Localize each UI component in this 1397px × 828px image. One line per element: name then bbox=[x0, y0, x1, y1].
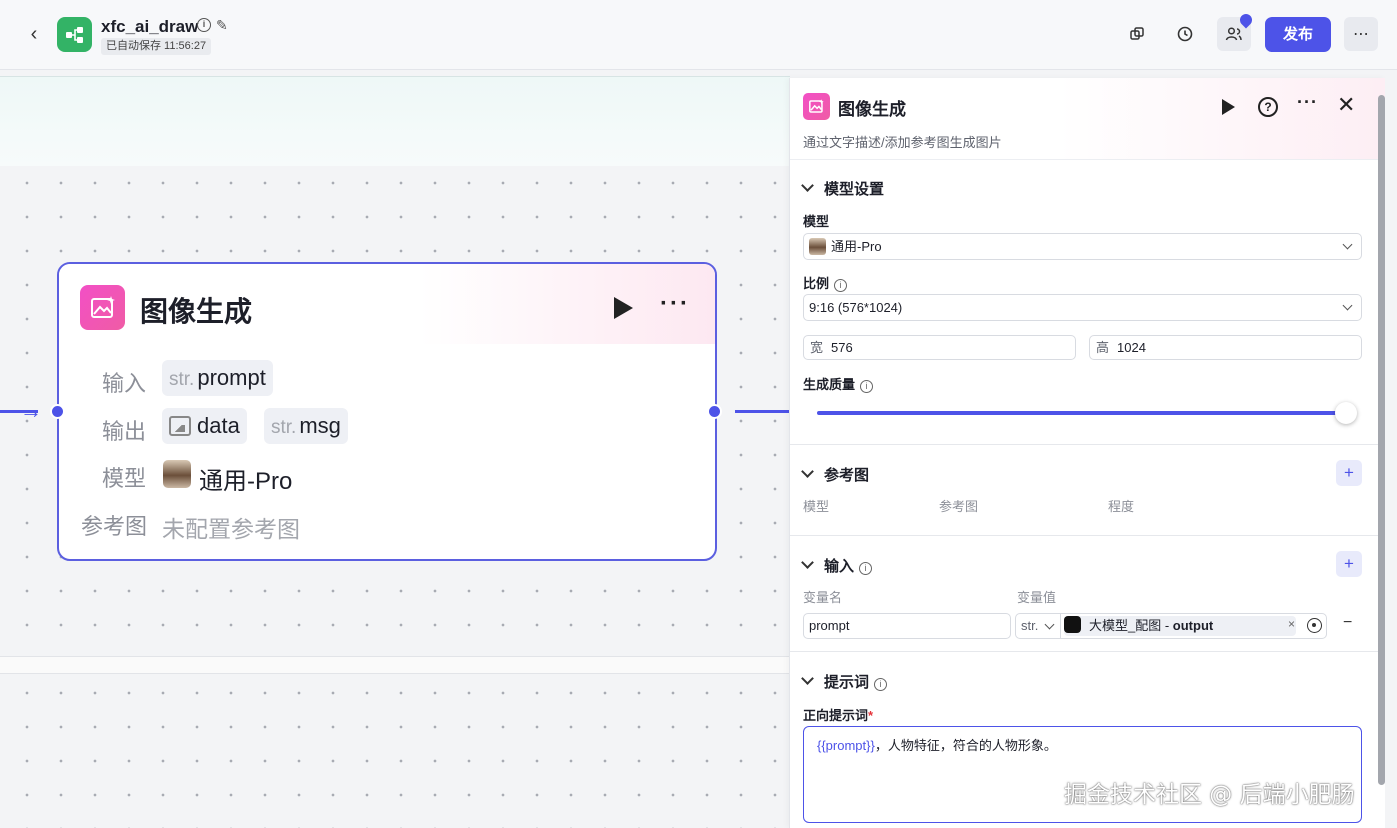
quality-slider-track[interactable] bbox=[817, 411, 1337, 415]
model-label: 模型 bbox=[102, 466, 147, 491]
close-icon[interactable]: ✕ bbox=[1337, 92, 1355, 118]
image-generate-icon bbox=[803, 93, 830, 120]
chevron-down-icon bbox=[801, 465, 814, 478]
output-port[interactable] bbox=[707, 404, 722, 419]
chevron-down-icon bbox=[1342, 300, 1353, 311]
remove-input-icon[interactable]: − bbox=[1343, 614, 1352, 632]
prompt-section[interactable]: 提示词 i bbox=[801, 671, 888, 692]
input-param-chip: str. prompt bbox=[162, 360, 273, 396]
top-bar: ‹ xfc_ai_draw i ✎ 已自动保存 11:56:27 发布 ⋯ bbox=[0, 0, 1397, 70]
add-reference-button[interactable]: + bbox=[1336, 460, 1362, 486]
node-more-icon[interactable]: ··· bbox=[660, 290, 690, 318]
quality-field-label: 生成质量 i bbox=[803, 374, 874, 393]
model-avatar bbox=[809, 238, 826, 255]
input-label: 输入 bbox=[102, 371, 147, 396]
llm-node-icon bbox=[1064, 616, 1081, 633]
var-name-input[interactable]: prompt bbox=[803, 613, 1011, 639]
input-section[interactable]: 输入 i bbox=[801, 555, 873, 576]
app-workflow-icon bbox=[57, 17, 92, 52]
reference-col-strength: 程度 bbox=[1108, 499, 1135, 514]
reference-section[interactable]: 参考图 bbox=[801, 464, 869, 485]
reference-chip: 大模型_配图 - output bbox=[1064, 616, 1296, 636]
node-title: 图像生成 bbox=[140, 296, 253, 327]
more-icon[interactable]: ··· bbox=[1297, 92, 1318, 113]
autosave-status: 已自动保存 11:56:27 bbox=[101, 38, 212, 55]
height-field[interactable]: 高 1024 bbox=[1089, 335, 1362, 360]
input-port[interactable] bbox=[50, 404, 65, 419]
panel-description: 通过文字描述/添加参考图生成图片 bbox=[803, 135, 1002, 150]
publish-button[interactable]: 发布 bbox=[1265, 17, 1331, 52]
positive-prompt-label: 正向提示词* bbox=[803, 708, 874, 723]
canvas-band bbox=[0, 656, 790, 674]
info-icon[interactable]: i bbox=[197, 18, 211, 32]
model-settings-section[interactable]: 模型设置 bbox=[801, 178, 884, 199]
ratio-select[interactable]: 9:16 (576*1024) bbox=[803, 294, 1362, 321]
width-field[interactable]: 宽 576 bbox=[803, 335, 1076, 360]
chevron-down-icon bbox=[801, 556, 814, 569]
run-icon[interactable] bbox=[1222, 99, 1235, 115]
edge-arrow-icon: → bbox=[20, 398, 42, 423]
image-icon bbox=[169, 416, 191, 436]
outgoing-edge bbox=[735, 410, 790, 413]
info-icon[interactable]: i bbox=[860, 380, 874, 393]
panel-title: 图像生成 bbox=[838, 100, 906, 119]
var-reference-field[interactable]: 大模型_配图 - output × bbox=[1060, 613, 1327, 639]
info-icon[interactable]: i bbox=[859, 562, 873, 575]
node-config-panel: 图像生成 通过文字描述/添加参考图生成图片 ? ··· ✕ 模型设置 模型 通用… bbox=[789, 78, 1385, 828]
chevron-down-icon bbox=[1044, 619, 1055, 630]
clear-icon[interactable]: × bbox=[1288, 617, 1295, 631]
output-label: 输出 bbox=[102, 419, 147, 444]
info-icon[interactable]: i bbox=[874, 678, 888, 691]
chevron-down-icon bbox=[1342, 239, 1353, 250]
back-icon[interactable]: ‹ bbox=[22, 22, 46, 46]
run-icon[interactable] bbox=[614, 297, 633, 319]
model-field-label: 模型 bbox=[803, 214, 830, 229]
target-icon[interactable] bbox=[1307, 618, 1322, 633]
chevron-down-icon bbox=[801, 672, 814, 685]
chevron-down-icon bbox=[801, 179, 814, 192]
history-icon[interactable] bbox=[1168, 17, 1202, 51]
panel-scrollbar[interactable] bbox=[1378, 95, 1385, 785]
ratio-field-label: 比例 i bbox=[803, 273, 848, 292]
more-icon[interactable]: ⋯ bbox=[1344, 17, 1378, 51]
quality-slider-handle[interactable] bbox=[1335, 402, 1357, 424]
var-name-header: 变量名 bbox=[803, 590, 843, 605]
var-value-header: 变量值 bbox=[1017, 590, 1057, 605]
image-generate-icon bbox=[80, 285, 125, 330]
help-icon[interactable]: ? bbox=[1258, 97, 1278, 117]
reference-col-image: 参考图 bbox=[939, 499, 979, 514]
reference-value: 未配置参考图 bbox=[162, 516, 300, 542]
output-param-chip: str. msg bbox=[264, 408, 348, 444]
app-name: xfc_ai_draw bbox=[101, 17, 199, 36]
image-generation-node[interactable]: 图像生成 ··· 输入 str. prompt 输出 data str. msg 模… bbox=[57, 262, 717, 561]
var-type-select[interactable]: str. bbox=[1015, 613, 1061, 639]
reference-col-model: 模型 bbox=[803, 499, 830, 514]
info-icon[interactable]: i bbox=[834, 279, 848, 292]
edit-icon[interactable]: ✎ bbox=[216, 17, 228, 34]
output-param-chip: data bbox=[162, 408, 247, 444]
reference-label: 参考图 bbox=[81, 514, 148, 539]
copy-icon[interactable] bbox=[1120, 17, 1154, 51]
canvas-top-area bbox=[0, 76, 790, 166]
model-select[interactable]: 通用-Pro bbox=[803, 233, 1362, 260]
model-avatar bbox=[163, 460, 191, 488]
add-input-button[interactable]: + bbox=[1336, 551, 1362, 577]
model-value: 通用-Pro bbox=[199, 468, 293, 495]
watermark: 掘金技术社区 @ 后端小肥肠 bbox=[1064, 782, 1355, 808]
